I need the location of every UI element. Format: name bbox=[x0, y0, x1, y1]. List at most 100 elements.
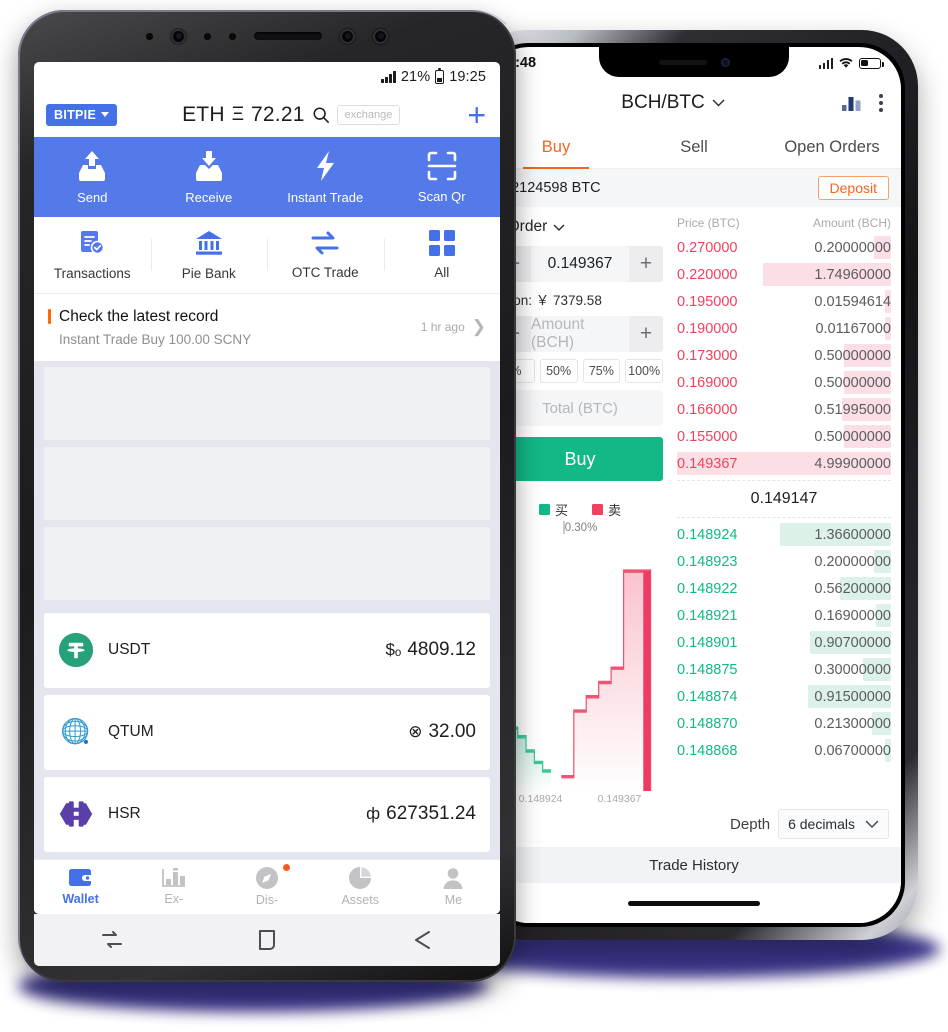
action-otc-trade[interactable]: OTC Trade bbox=[267, 217, 384, 293]
record-text: Check the latest record Instant Trade Bu… bbox=[48, 308, 421, 347]
order-price: 0.190000 bbox=[677, 320, 738, 337]
action-instant-trade[interactable]: Instant Trade bbox=[267, 137, 384, 217]
order-book-row[interactable]: 0.173000 0.50000000 bbox=[677, 342, 891, 369]
order-book-row[interactable]: 0.148875 0.30000000 bbox=[677, 656, 891, 683]
action-transactions[interactable]: Transactions bbox=[34, 217, 151, 293]
depth-right-label: 0.149367 bbox=[597, 793, 642, 805]
brand-selector[interactable]: BITPIE bbox=[46, 103, 118, 126]
search-icon[interactable] bbox=[312, 106, 330, 124]
qtum-icon bbox=[62, 718, 89, 745]
list-item[interactable]: USDT $ₒ 4809.12 bbox=[44, 612, 490, 688]
latest-record-card[interactable]: Check the latest record Instant Trade Bu… bbox=[34, 293, 500, 361]
order-book-row[interactable]: 0.148921 0.16900000 bbox=[677, 602, 891, 629]
wifi-icon bbox=[839, 58, 853, 68]
android-status-bar: 21% 19:25 bbox=[34, 62, 500, 92]
order-amount: 0.90700000 bbox=[814, 634, 891, 651]
coin-amount-wrap: ⊗ 32.00 bbox=[408, 721, 476, 743]
tab-open-orders[interactable]: Open Orders bbox=[763, 127, 901, 168]
sensor-dot-icon bbox=[204, 32, 211, 40]
order-book-row[interactable]: 0.148868 0.06700000 bbox=[677, 737, 891, 764]
front-camera-icon bbox=[340, 28, 355, 44]
bar-chart-icon bbox=[161, 868, 185, 888]
deposit-button[interactable]: Deposit bbox=[817, 176, 889, 200]
exchange-input[interactable]: exchange bbox=[336, 104, 401, 125]
add-button[interactable]: + bbox=[465, 99, 488, 131]
percent-50[interactable]: 50% bbox=[539, 359, 578, 383]
price-input[interactable]: 0.149367 bbox=[531, 246, 629, 282]
order-book-row[interactable]: 0.148901 0.90700000 bbox=[677, 629, 891, 656]
android-screen: 21% 19:25 BITPIE ETH Ξ 72.21 exchange + … bbox=[34, 62, 500, 914]
bar-chart-icon[interactable] bbox=[841, 94, 863, 112]
tab-discover[interactable]: Dis- bbox=[220, 864, 313, 907]
record-subtitle: Instant Trade Buy 100.00 SCNY bbox=[59, 331, 252, 347]
order-price: 0.148923 bbox=[677, 553, 738, 570]
buy-button[interactable]: Buy bbox=[497, 437, 663, 481]
action-scan-qr[interactable]: Scan Qr bbox=[384, 137, 501, 217]
depth-label: Depth bbox=[730, 815, 771, 833]
recents-icon[interactable] bbox=[99, 927, 125, 953]
order-book-row[interactable]: 0.270000 0.20000000 bbox=[677, 234, 891, 261]
chevron-right-icon[interactable]: ❯ bbox=[472, 317, 486, 337]
action-all[interactable]: All bbox=[383, 217, 501, 293]
order-book-row[interactable]: 0.148924 1.36600000 bbox=[677, 521, 891, 548]
iphone-tab-bar: Buy Sell Open Orders bbox=[487, 127, 901, 169]
percent-75[interactable]: 75% bbox=[582, 359, 621, 383]
list-item[interactable]: HSR ф 627351.24 bbox=[44, 776, 490, 852]
order-book-row[interactable]: 0.190000 0.01167000 bbox=[677, 315, 891, 342]
kebab-menu-icon[interactable] bbox=[879, 94, 883, 112]
price-increment-button[interactable]: + bbox=[629, 246, 663, 282]
order-amount: 0.50000000 bbox=[814, 428, 891, 445]
amount-stepper[interactable]: − Amount (BCH) + bbox=[497, 316, 663, 352]
col-price: Price (BTC) bbox=[677, 216, 740, 230]
earpiece-speaker-icon bbox=[254, 32, 322, 40]
coin-name: USDT bbox=[108, 641, 151, 659]
eth-glyph-icon: Ξ bbox=[231, 103, 245, 125]
action-receive[interactable]: Receive bbox=[151, 137, 268, 217]
tab-exchange[interactable]: Ex- bbox=[127, 867, 220, 906]
order-book-row[interactable]: 0.148922 0.56200000 bbox=[677, 575, 891, 602]
order-book-row[interactable]: 0.166000 0.51995000 bbox=[677, 396, 891, 423]
order-book-row[interactable]: 0.195000 0.01594614 bbox=[677, 288, 891, 315]
amount-input[interactable]: Amount (BCH) bbox=[531, 316, 629, 352]
coin-amount-wrap: ф 627351.24 bbox=[366, 803, 476, 825]
tab-assets[interactable]: Assets bbox=[314, 866, 407, 907]
sensor-dot-icon bbox=[229, 32, 236, 40]
back-arrow-icon[interactable] bbox=[409, 927, 435, 953]
list-item[interactable]: QTUM ⊗ 32.00 bbox=[44, 694, 490, 770]
rate-currency: ETH bbox=[182, 102, 225, 126]
status-indicators bbox=[818, 57, 884, 69]
action-pie-bank[interactable]: Pie Bank bbox=[150, 217, 268, 293]
exchange-arrows-icon bbox=[311, 231, 339, 255]
amount-increment-button[interactable]: + bbox=[629, 316, 663, 352]
hsr-icon bbox=[59, 801, 93, 827]
order-book-row[interactable]: 0.148923 0.20000000 bbox=[677, 548, 891, 575]
home-indicator bbox=[487, 883, 901, 923]
order-type-select[interactable]: t Order bbox=[497, 216, 663, 239]
order-book-row[interactable]: 0.220000 1.74960000 bbox=[677, 261, 891, 288]
battery-percent: 21% bbox=[400, 69, 431, 86]
order-price: 0.148875 bbox=[677, 661, 738, 678]
record-title-row: Check the latest record bbox=[48, 308, 421, 326]
trade-history-bar[interactable]: Trade History bbox=[487, 847, 901, 883]
order-book-row[interactable]: 0.155000 0.50000000 bbox=[677, 423, 891, 450]
tab-me[interactable]: Me bbox=[407, 866, 500, 907]
pair-selector[interactable]: BCH/BTC bbox=[505, 92, 841, 114]
battery-icon bbox=[435, 67, 445, 85]
coin-name: QTUM bbox=[108, 723, 154, 741]
order-price: 0.173000 bbox=[677, 347, 738, 364]
order-book-row[interactable]: 0.149367 4.99900000 bbox=[677, 450, 891, 477]
order-book-row[interactable]: 0.169000 0.50000000 bbox=[677, 369, 891, 396]
tab-wallet[interactable]: Wallet bbox=[34, 867, 127, 906]
coin-amount: 627351.24 bbox=[386, 803, 476, 825]
price-stepper[interactable]: − 0.149367 + bbox=[497, 246, 663, 282]
total-input[interactable]: Total (BTC) bbox=[497, 390, 663, 426]
action-send[interactable]: Send bbox=[34, 137, 151, 217]
lightning-bolt-icon bbox=[317, 150, 335, 181]
order-book-row[interactable]: 0.148870 0.21300000 bbox=[677, 710, 891, 737]
home-square-icon[interactable] bbox=[254, 927, 280, 953]
estimate-text: ation: ￥ 7379.58 bbox=[499, 293, 602, 308]
order-book-row[interactable]: 0.148874 0.91500000 bbox=[677, 683, 891, 710]
depth-decimals-select[interactable]: 6 decimals bbox=[778, 809, 889, 839]
tab-sell[interactable]: Sell bbox=[625, 127, 763, 168]
percent-100[interactable]: 100% bbox=[625, 359, 663, 383]
